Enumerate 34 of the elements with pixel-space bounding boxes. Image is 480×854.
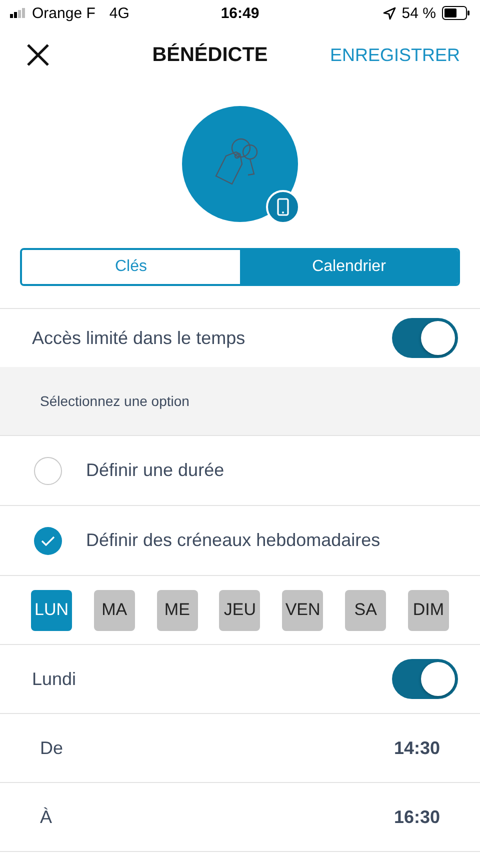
battery-icon — [442, 6, 470, 20]
option-row[interactable]: Définir une durée — [0, 436, 480, 506]
signal-icon — [10, 8, 26, 18]
carrier-name: Orange F — [32, 4, 96, 22]
radio-checked-icon[interactable] — [34, 526, 62, 554]
time-value[interactable]: 14:30 — [394, 738, 440, 758]
section-header: Sélectionnez une option — [0, 367, 480, 436]
day-button[interactable]: DIM — [408, 590, 449, 630]
time-label: À — [40, 806, 54, 828]
setting-label: Lundi — [32, 668, 78, 690]
time-value[interactable]: 16:30 — [394, 806, 440, 828]
day-button[interactable]: LUN — [31, 590, 72, 630]
option-row[interactable]: Définir des créneaux hebdomadaires — [0, 506, 480, 576]
day-button[interactable]: SA — [345, 590, 386, 630]
radio-icon[interactable] — [34, 456, 62, 484]
day-button[interactable]: MA — [94, 590, 135, 630]
save-button[interactable]: ENREGISTRER — [330, 44, 460, 66]
segment-tab[interactable]: Calendrier — [240, 250, 458, 284]
day-button[interactable]: ME — [156, 590, 198, 630]
toggle-switch[interactable] — [392, 318, 458, 358]
phone-icon — [277, 198, 289, 216]
contact-name-title: BÉNÉDICTE — [151, 44, 269, 66]
location-icon — [382, 6, 396, 20]
clock-time: 16:49 — [220, 4, 260, 22]
day-button[interactable]: VEN — [282, 590, 324, 630]
day-button[interactable]: JEU — [219, 590, 260, 630]
option-label: Définir des créneaux hebdomadaires — [86, 530, 382, 551]
battery-percent: 54 % — [402, 4, 436, 22]
option-label: Définir une durée — [86, 460, 226, 481]
close-icon[interactable] — [26, 43, 50, 67]
time-label: De — [40, 738, 64, 758]
setting-label: Accès limité dans le temps — [32, 328, 246, 348]
network-type: 4G — [109, 4, 130, 22]
toggle-switch[interactable] — [392, 659, 458, 699]
